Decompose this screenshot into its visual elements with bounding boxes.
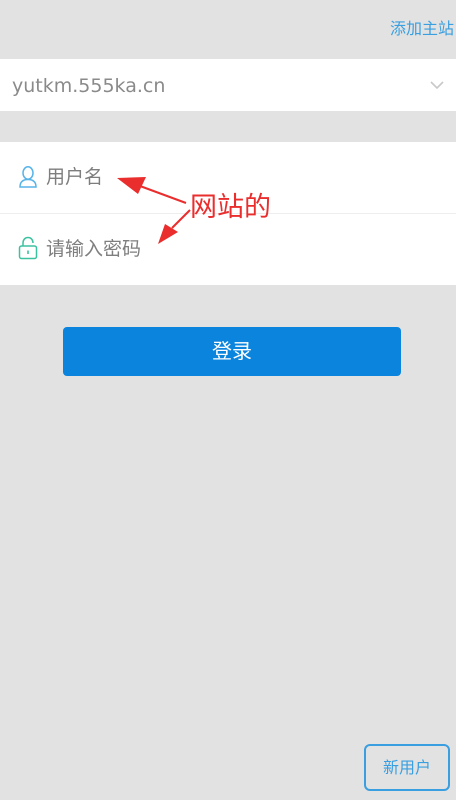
site-select-value: yutkm.555ka.cn <box>12 75 166 97</box>
annotation-label: 网站的 <box>190 192 271 223</box>
new-user-button[interactable]: 新用户 <box>364 744 450 791</box>
password-input[interactable] <box>46 236 366 262</box>
username-input[interactable] <box>46 164 366 190</box>
lock-icon <box>18 236 38 260</box>
site-select[interactable]: yutkm.555ka.cn <box>0 59 456 111</box>
add-site-link[interactable]: 添加主站 <box>390 18 456 40</box>
chevron-down-icon <box>430 81 444 90</box>
password-row <box>0 214 456 285</box>
annotation-arrows <box>117 177 191 244</box>
user-icon <box>19 166 37 188</box>
login-button[interactable]: 登录 <box>63 327 401 376</box>
